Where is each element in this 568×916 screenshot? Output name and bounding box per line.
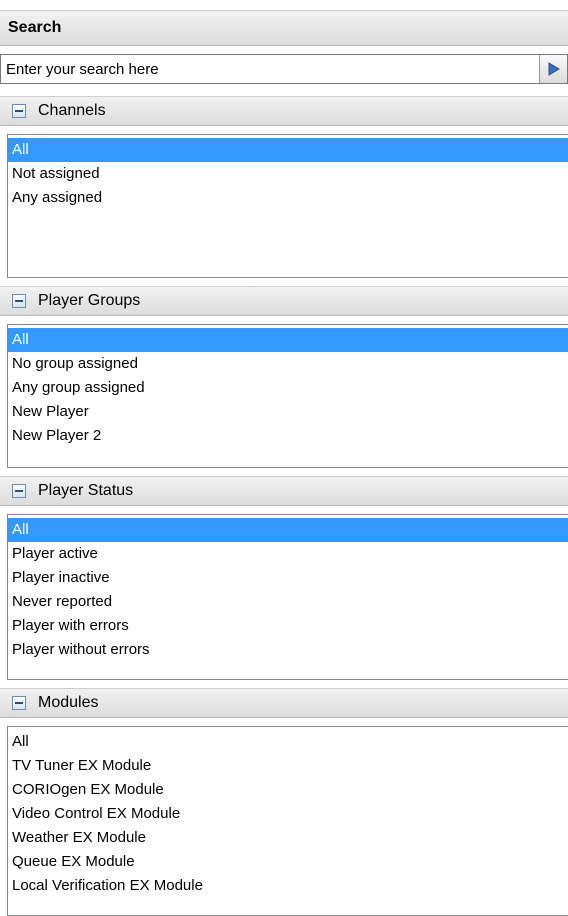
list-item[interactable]: All — [8, 138, 568, 162]
collapse-minus-icon[interactable] — [12, 294, 26, 308]
search-header: Search — [0, 10, 568, 46]
player-groups-list[interactable]: All No group assigned Any group assigned… — [7, 324, 568, 468]
channels-header[interactable]: Channels — [0, 96, 568, 126]
search-box — [0, 54, 568, 84]
channels-title: Channels — [38, 102, 106, 119]
collapse-minus-icon[interactable] — [12, 696, 26, 710]
list-item[interactable]: Local Verification EX Module — [8, 874, 568, 898]
list-item[interactable]: Never reported — [8, 590, 568, 614]
list-item[interactable]: Weather EX Module — [8, 826, 568, 850]
channels-list[interactable]: All Not assigned Any assigned — [7, 134, 568, 278]
collapse-minus-icon[interactable] — [12, 484, 26, 498]
player-groups-title: Player Groups — [38, 292, 141, 309]
list-item[interactable]: All — [8, 518, 568, 542]
search-input[interactable] — [1, 55, 537, 83]
list-item[interactable]: Player active — [8, 542, 568, 566]
list-item[interactable]: No group assigned — [8, 352, 568, 376]
player-status-title: Player Status — [38, 482, 134, 499]
list-item[interactable]: New Player — [8, 400, 568, 424]
search-go-button[interactable] — [539, 55, 567, 83]
modules-header[interactable]: Modules — [0, 688, 568, 718]
list-item[interactable]: Queue EX Module — [8, 850, 568, 874]
list-item[interactable]: Player without errors — [8, 638, 568, 662]
player-status-list[interactable]: All Player active Player inactive Never … — [7, 514, 568, 680]
list-item[interactable]: TV Tuner EX Module — [8, 754, 568, 778]
play-arrow-icon — [548, 62, 560, 76]
modules-title: Modules — [38, 694, 99, 711]
list-item[interactable]: Player inactive — [8, 566, 568, 590]
list-item[interactable]: All — [8, 328, 568, 352]
list-item[interactable]: Not assigned — [8, 162, 568, 186]
list-item[interactable]: All — [8, 730, 568, 754]
list-item[interactable]: CORIOgen EX Module — [8, 778, 568, 802]
list-item[interactable]: Any group assigned — [8, 376, 568, 400]
list-item[interactable]: New Player 2 — [8, 424, 568, 448]
list-item[interactable]: Player with errors — [8, 614, 568, 638]
list-item[interactable]: Any assigned — [8, 186, 568, 210]
player-status-header[interactable]: Player Status — [0, 476, 568, 506]
collapse-minus-icon[interactable] — [12, 104, 26, 118]
player-groups-header[interactable]: Player Groups — [0, 286, 568, 316]
list-item[interactable]: Video Control EX Module — [8, 802, 568, 826]
modules-list[interactable]: All TV Tuner EX Module CORIOgen EX Modul… — [7, 726, 568, 916]
search-title: Search — [8, 19, 62, 36]
